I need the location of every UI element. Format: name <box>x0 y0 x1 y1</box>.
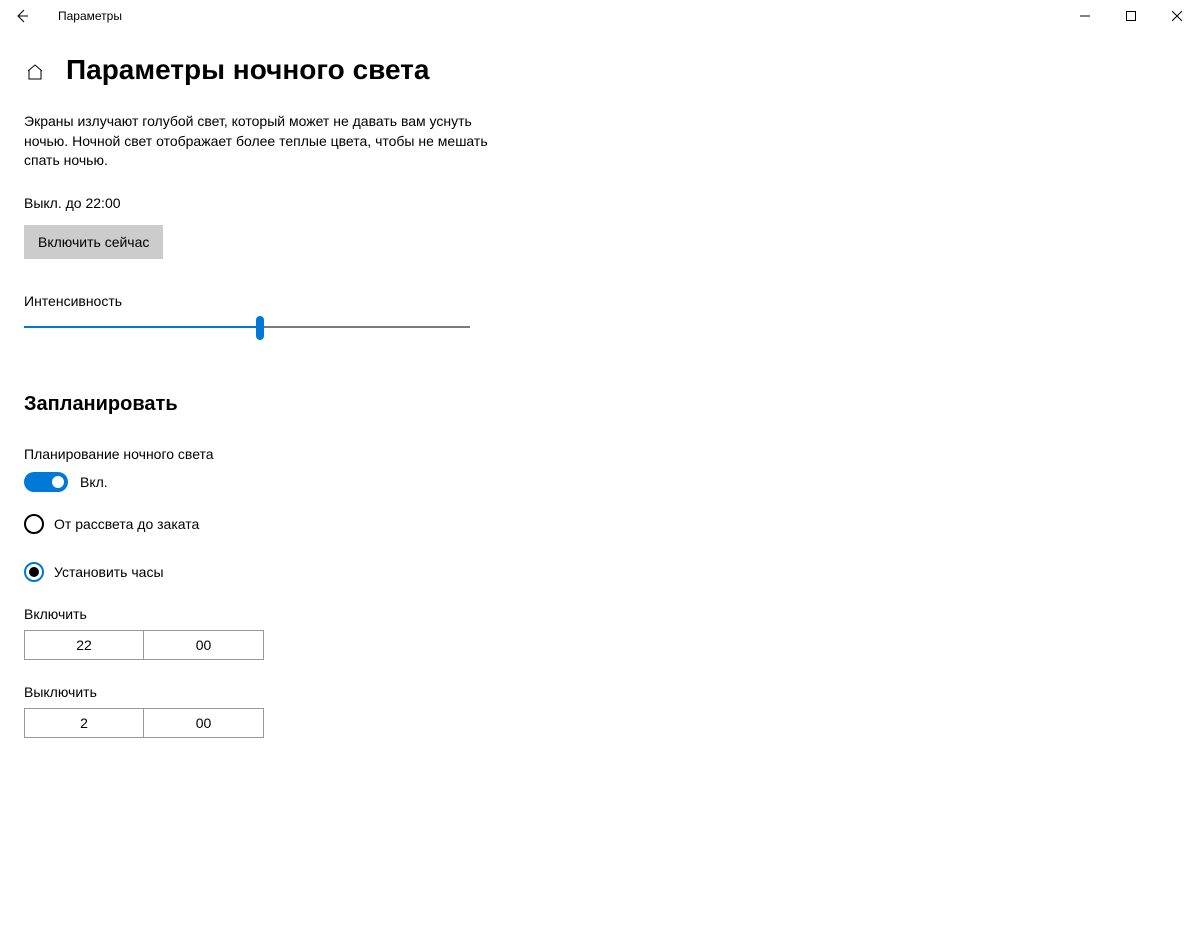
radio-set-hours[interactable]: Установить часы <box>24 562 494 582</box>
radio-set-hours-label: Установить часы <box>54 564 164 580</box>
titlebar: Параметры <box>0 0 1200 32</box>
minimize-icon <box>1080 11 1090 21</box>
schedule-plan-label: Планирование ночного света <box>24 446 494 462</box>
radio-sunset-label: От рассвета до заката <box>54 516 199 532</box>
page-title: Параметры ночного света <box>66 54 429 86</box>
home-icon <box>25 62 45 82</box>
schedule-toggle-row: Вкл. <box>24 472 494 492</box>
window-controls <box>1062 0 1200 32</box>
schedule-toggle[interactable] <box>24 472 68 492</box>
turn-off-label: Выключить <box>24 684 494 700</box>
turn-off-time: 2 00 <box>24 708 494 738</box>
radio-sunset[interactable]: От рассвета до заката <box>24 514 494 534</box>
arrow-left-icon <box>14 8 30 24</box>
content: Экраны излучают голубой свет, который мо… <box>24 112 494 738</box>
schedule-title: Запланировать <box>24 393 494 416</box>
intensity-slider[interactable] <box>24 319 470 337</box>
turn-on-label: Включить <box>24 606 494 622</box>
radio-circle-icon <box>24 514 44 534</box>
turn-off-minute[interactable]: 00 <box>144 708 264 738</box>
minimize-button[interactable] <box>1062 0 1108 32</box>
maximize-icon <box>1126 11 1136 21</box>
radio-dot-icon <box>29 567 39 577</box>
turn-on-now-button[interactable]: Включить сейчас <box>24 225 163 259</box>
radio-circle-selected-icon <box>24 562 44 582</box>
turn-on-time: 22 00 <box>24 630 494 660</box>
home-button[interactable] <box>24 61 46 83</box>
description-text: Экраны излучают голубой свет, который мо… <box>24 112 494 171</box>
close-icon <box>1172 11 1182 21</box>
toggle-knob <box>52 476 64 488</box>
slider-thumb[interactable] <box>256 316 264 340</box>
toggle-state-label: Вкл. <box>80 474 108 490</box>
slider-fill <box>24 326 260 328</box>
turn-on-minute[interactable]: 00 <box>144 630 264 660</box>
page-header: Параметры ночного света <box>24 54 1200 86</box>
intensity-label: Интенсивность <box>24 293 494 309</box>
turn-off-hour[interactable]: 2 <box>24 708 144 738</box>
maximize-button[interactable] <box>1108 0 1154 32</box>
window-title: Параметры <box>58 9 122 23</box>
back-button[interactable] <box>0 0 44 32</box>
titlebar-left: Параметры <box>0 0 122 32</box>
status-text: Выкл. до 22:00 <box>24 195 494 211</box>
close-button[interactable] <box>1154 0 1200 32</box>
turn-on-hour[interactable]: 22 <box>24 630 144 660</box>
